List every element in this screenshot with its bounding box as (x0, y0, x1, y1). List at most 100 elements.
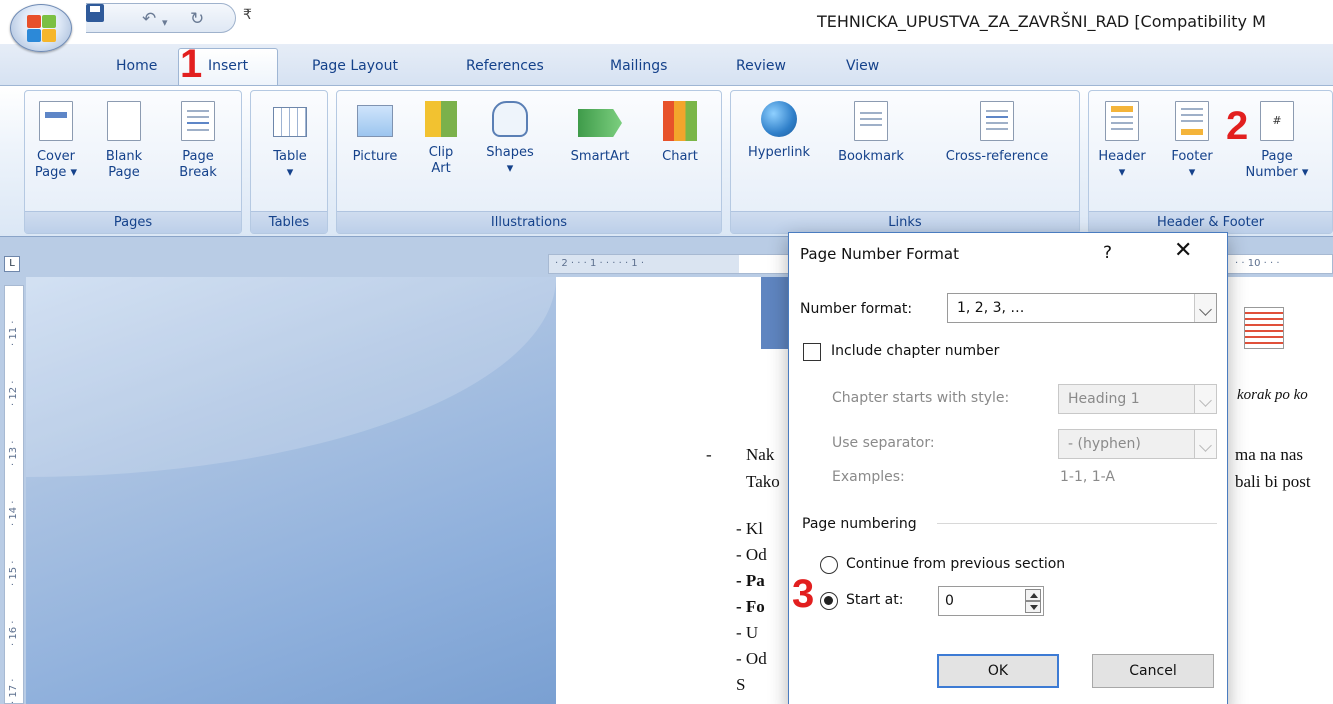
picture-icon (357, 105, 393, 137)
chevron-down-icon (1194, 430, 1216, 458)
header-button[interactable]: Header ▾ (1095, 101, 1149, 181)
list-dash: - (706, 445, 712, 464)
start-at-spinner[interactable]: 0 (938, 586, 1044, 616)
chevron-down-icon (1194, 294, 1216, 322)
start-at-radio[interactable] (820, 592, 838, 610)
picture-button[interactable]: Picture (347, 101, 403, 165)
document-image-right (1236, 307, 1333, 357)
office-button[interactable] (10, 4, 72, 52)
bookmark-icon (854, 101, 888, 141)
cross-reference-icon (980, 101, 1014, 141)
page-number-button[interactable]: # Page Number ▾ (1237, 101, 1317, 181)
footer-icon (1175, 101, 1209, 141)
examples-value: 1-1, 1-A (1060, 469, 1115, 485)
include-chapter-label: Include chapter number (831, 343, 1000, 359)
dialog-title: Page Number Format (800, 245, 959, 263)
smartart-icon (578, 109, 622, 137)
number-format-label: Number format: (800, 301, 913, 317)
cover-page-button[interactable]: Cover Page ▾ (31, 101, 81, 181)
group-tables: Table ▾ Tables (250, 90, 328, 234)
group-header-footer: Header ▾ Footer ▾ # Page Number ▾ Header… (1088, 90, 1333, 234)
group-label-tables: Tables (251, 211, 327, 233)
paragraph-line1-right: ma na nas (1235, 445, 1303, 464)
vruler-tick: · 14 · (8, 500, 19, 526)
ok-button[interactable]: OK (937, 654, 1059, 688)
clip-art-button[interactable]: Clip Art (421, 101, 461, 177)
start-at-label: Start at: (846, 592, 904, 608)
cover-page-icon (39, 101, 73, 141)
tab-references[interactable]: References (466, 58, 544, 74)
cancel-button[interactable]: Cancel (1092, 654, 1214, 688)
shapes-button[interactable]: Shapes ▾ (481, 101, 539, 177)
redo-icon[interactable]: ↻ (190, 9, 204, 29)
cross-reference-button[interactable]: Cross-reference (931, 101, 1063, 165)
continue-label: Continue from previous section (846, 556, 1066, 572)
paragraph-line2-left: Tako (746, 472, 780, 491)
close-button[interactable]: ✕ (1174, 238, 1192, 263)
include-chapter-checkbox[interactable] (803, 343, 821, 361)
undo-icon[interactable]: ↶ (142, 9, 156, 29)
page-number-format-dialog: Page Number Format ? ✕ Number format: 1,… (788, 232, 1228, 704)
tab-view[interactable]: View (846, 58, 879, 74)
table-icon (273, 107, 307, 137)
blank-page-button[interactable]: Blank Page (99, 101, 149, 181)
group-label-links: Links (731, 211, 1079, 233)
hyperlink-icon (761, 101, 797, 137)
chart-icon (663, 101, 697, 141)
vertical-ruler[interactable]: · 11 · · 12 · · 13 · · 14 · · 15 · · 16 … (4, 285, 24, 704)
list-item: - U (736, 623, 759, 642)
step-marker-3: 3 (792, 572, 815, 616)
step-marker-1: 1 (180, 42, 203, 86)
save-icon[interactable] (86, 4, 104, 22)
tab-page-layout[interactable]: Page Layout (312, 58, 398, 74)
customize-toolbar-icon[interactable]: ₹ (243, 7, 252, 23)
page-numbering-label: Page numbering (802, 516, 917, 532)
group-links: Hyperlink Bookmark Cross-reference Links (730, 90, 1080, 234)
quick-access-toolbar: ↶ ▾ ↻ (86, 3, 236, 33)
paragraph-line1-left: Nak (746, 445, 775, 464)
ruler-ticks-right: · · 10 · · · (1235, 258, 1280, 269)
header-icon (1105, 101, 1139, 141)
spin-down-icon[interactable] (1025, 601, 1041, 613)
chevron-down-icon (1194, 385, 1216, 413)
list-item: - Pa (736, 571, 765, 590)
spin-up-icon[interactable] (1025, 589, 1041, 601)
continue-radio[interactable] (820, 556, 838, 574)
separator-label: Use separator: (832, 435, 935, 451)
list-item: - Kl (736, 519, 763, 538)
undo-dropdown-icon[interactable]: ▾ (162, 13, 168, 33)
hyperlink-button[interactable]: Hyperlink (737, 101, 821, 161)
vruler-tick: · 15 · (8, 560, 19, 586)
bookmark-button[interactable]: Bookmark (829, 101, 913, 165)
separator-select[interactable]: - (hyphen) (1058, 429, 1217, 459)
group-label-pages: Pages (25, 211, 241, 233)
figure-caption: korak po ko (1237, 387, 1308, 403)
tab-mailings[interactable]: Mailings (610, 58, 667, 74)
tab-review[interactable]: Review (736, 58, 786, 74)
chapter-style-select[interactable]: Heading 1 (1058, 384, 1217, 414)
paragraph-line2-right: bali bi post (1235, 472, 1311, 491)
smartart-button[interactable]: SmartArt (565, 101, 635, 165)
help-button[interactable]: ? (1103, 243, 1112, 263)
office-logo-icon (27, 15, 57, 43)
group-pages: Cover Page ▾ Blank Page Page Break Pages (24, 90, 242, 234)
page-number-icon: # (1260, 101, 1294, 141)
vruler-tick: · 12 · (8, 380, 19, 406)
ribbon: Cover Page ▾ Blank Page Page Break Pages… (0, 85, 1333, 237)
tab-home[interactable]: Home (116, 58, 157, 74)
chapter-style-label: Chapter starts with style: (832, 390, 1010, 406)
chart-button[interactable]: Chart (653, 101, 707, 165)
vruler-tick: · 16 · (8, 620, 19, 646)
group-label-illustrations: Illustrations (337, 211, 721, 233)
tab-insert[interactable]: Insert (208, 58, 248, 74)
tab-selector[interactable]: L (4, 256, 20, 272)
number-format-select[interactable]: 1, 2, 3, … (947, 293, 1217, 323)
footer-button[interactable]: Footer ▾ (1165, 101, 1219, 181)
group-label-header-footer: Header & Footer (1089, 211, 1332, 233)
section-divider (937, 523, 1217, 524)
title-bar: ↶ ▾ ↻ ₹ TEHNICKA_UPUSTVA_ZA_ZAVRŠNI_RAD … (0, 0, 1333, 44)
vruler-tick: · 13 · (8, 440, 19, 466)
table-button[interactable]: Table ▾ (265, 101, 315, 181)
vruler-tick: · 17 · (8, 678, 19, 704)
page-break-button[interactable]: Page Break (171, 101, 225, 181)
